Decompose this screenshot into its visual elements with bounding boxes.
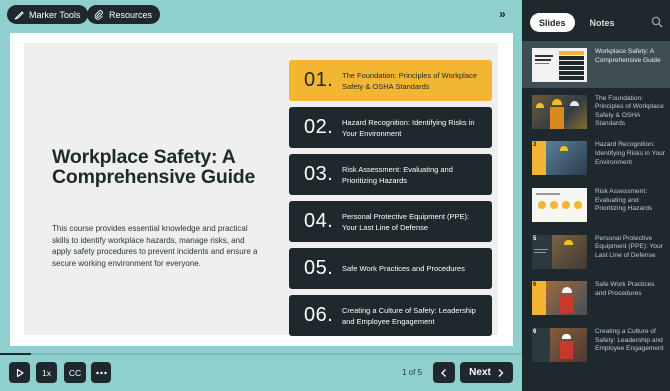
slide-thumbnail-image: 5 (532, 234, 587, 269)
slide-description: This course provides essential knowledge… (52, 224, 258, 268)
marker-tools-button[interactable]: Marker Tools (7, 5, 89, 24)
tab-slides[interactable]: Slides (530, 13, 575, 32)
play-button[interactable] (9, 362, 30, 383)
captions-label: CC (68, 367, 82, 378)
search-icon[interactable] (651, 16, 663, 28)
marker-tools-label: Marker Tools (29, 9, 81, 20)
toc-text: The Foundation: Principles of Workplace … (342, 70, 477, 91)
slide-thumbnail-item[interactable]: 3 Hazard Recognition: Identifying Risks i… (522, 134, 670, 181)
slide-thumbnail-image (532, 48, 587, 82)
slide-thumbnail-label: Creating a Culture of Safety: Leadership… (595, 328, 664, 353)
slide-frame: Workplace Safety: A Comprehensive Guide … (10, 33, 513, 346)
slide-canvas: Workplace Safety: A Comprehensive Guide … (24, 43, 498, 336)
top-toolbar: Marker Tools Resources » (0, 0, 522, 30)
resources-label: Resources (109, 9, 153, 20)
toc-text: Risk Assessment: Evaluating and Prioriti… (342, 164, 453, 185)
slide-thumbnail-label: Workplace Safety: A Comprehensive Guide (595, 48, 661, 64)
toc-item: 05. Safe Work Practices and Procedures (289, 248, 492, 289)
thumbnail-number: 6 (533, 329, 537, 336)
toc-text: Hazard Recognition: Identifying Risks in… (342, 117, 475, 138)
slide-title: Workplace Safety: A Comprehensive Guide (52, 146, 256, 188)
slide-thumbnail-item[interactable]: 6 Creating a Culture of Safety: Leadershi… (522, 321, 670, 368)
toc-number: 06. (304, 304, 334, 326)
slide-thumbnail-image: 6 (532, 328, 587, 363)
toc-number: 03. (304, 163, 334, 185)
toc-number: 04. (304, 210, 334, 232)
progress-bar[interactable] (0, 353, 522, 355)
slide-thumbnail-label: Hazard Recognition: Identifying Risks in… (595, 141, 666, 166)
slide-thumbnail-label: Risk Assessment: Evaluating and Prioriti… (595, 188, 653, 213)
next-label: Next (469, 367, 491, 378)
toc-item: 01. The Foundation: Principles of Workpla… (289, 60, 492, 101)
captions-button[interactable]: CC (64, 362, 86, 383)
slide-thumbnail-item[interactable]: 6 Safe Work Practices and Procedures (522, 274, 670, 321)
slide-thumbnail-label: Personal Protective Equipment (PPE): You… (595, 234, 663, 259)
slide-thumbnail-item[interactable]: 5 Personal Protective Equipment (PPE): Yo… (522, 228, 670, 275)
more-dots-icon (95, 371, 107, 374)
slide-thumbnail-item[interactable]: Risk Assessment: Evaluating and Prioriti… (522, 181, 670, 228)
more-button[interactable] (91, 362, 111, 383)
tab-notes[interactable]: Notes (581, 13, 624, 32)
slide-thumbnail-image: 6 (532, 281, 587, 316)
marker-icon (14, 10, 24, 19)
toc-item: 04. Personal Protective Equipment (PPE): … (289, 201, 492, 242)
next-button[interactable]: Next (460, 362, 513, 383)
speed-label: 1x (42, 367, 51, 378)
thumbnail-number: 5 (533, 235, 537, 242)
chevron-left-icon (441, 368, 446, 377)
toc-number: 02. (304, 116, 334, 138)
toc-number: 01. (304, 69, 334, 91)
slide-thumbnail-image (532, 188, 587, 223)
slide-thumbnail-item[interactable]: The Foundation: Principles of Workplace … (522, 88, 670, 135)
resources-button[interactable]: Resources (87, 5, 161, 24)
page-indicator: 1 of 5 (402, 368, 423, 377)
slide-thumbnail-image (532, 94, 587, 129)
paperclip-icon (94, 9, 103, 20)
play-icon (16, 368, 24, 377)
toc-text: Creating a Culture of Safety: Leadership… (342, 305, 476, 326)
sidebar-tabs: Slides Notes (530, 13, 624, 32)
toc-number: 05. (304, 257, 334, 279)
sidebar: Slides Notes Workplace Safety: A Compreh… (522, 0, 670, 391)
double-chevron-right-icon[interactable]: » (499, 8, 513, 20)
thumbnail-number: 3 (533, 142, 537, 149)
toc-text: Personal Protective Equipment (PPE): You… (342, 211, 470, 232)
slide-thumbnail-label: The Foundation: Principles of Workplace … (595, 94, 664, 128)
previous-button[interactable] (433, 362, 455, 383)
slide-thumbnail-list: Workplace Safety: A Comprehensive Guide T… (522, 41, 670, 368)
toc-item: 03. Risk Assessment: Evaluating and Prior… (289, 154, 492, 195)
toc-item: 02. Hazard Recognition: Identifying Risks… (289, 107, 492, 148)
thumbnail-number: 6 (533, 282, 537, 289)
toc-text: Safe Work Practices and Procedures (342, 264, 465, 273)
speed-button[interactable]: 1x (36, 362, 57, 383)
progress-fill (0, 353, 32, 355)
slide-thumbnail-image: 3 (532, 141, 587, 176)
toc-item: 06. Creating a Culture of Safety: Leaders… (289, 295, 492, 336)
chevron-right-icon (498, 368, 504, 377)
slide-thumbnail-item[interactable]: Workplace Safety: A Comprehensive Guide (522, 41, 670, 88)
slide-thumbnail-label: Safe Work Practices and Procedures (595, 281, 655, 298)
